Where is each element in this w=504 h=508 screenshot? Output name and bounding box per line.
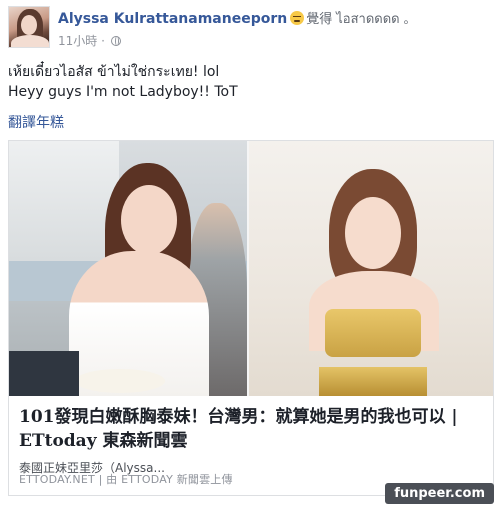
photo-woman-face: [121, 185, 177, 255]
crying-face-icon: [290, 11, 305, 25]
author-avatar[interactable]: [8, 6, 50, 48]
photo-gold-top: [325, 309, 421, 357]
link-preview-card[interactable]: 101發現白嫩酥胸泰妹！台灣男：就算她是男的我也可以 | ETtoday 東森新…: [8, 140, 494, 496]
photo-building: [9, 141, 119, 261]
watermark: funpeer.com: [385, 483, 494, 504]
feeling-target: ไอสาดดดด: [336, 12, 400, 27]
feeling-text: 覺得: [306, 12, 333, 27]
avatar-face: [21, 15, 37, 35]
photo-gold-skirt: [319, 367, 427, 396]
photo-plate: [75, 369, 165, 393]
photo-right: [249, 141, 493, 396]
globe-icon[interactable]: [110, 36, 121, 46]
photo-woman-face: [345, 197, 401, 269]
link-source: ETTODAY.NET | 由 ETTODAY 新聞雲上傳: [19, 473, 233, 486]
author-name[interactable]: Alyssa Kulrattanamaneeporn: [58, 11, 287, 27]
link-preview-image[interactable]: [9, 141, 493, 396]
post-timestamp[interactable]: 11小時: [58, 34, 97, 48]
link-title[interactable]: 101發現白嫩酥胸泰妹！台灣男：就算她是男的我也可以 | ETtoday 東森新…: [19, 405, 483, 453]
translate-link[interactable]: 翻譯年糕: [8, 112, 64, 132]
post-meta: 11小時 ·: [58, 32, 121, 49]
post-text: เห้ยเดี๋ยวไอสัส ข้าไม่ใช่กระเทย! lol Hey…: [8, 62, 238, 102]
avatar-shoulder: [11, 35, 49, 47]
name-line: Alyssa Kulrattanamaneeporn 覺得 ไอสาดดดด。: [58, 8, 416, 29]
post-text-line: Heyy guys I'm not Ladyboy!! ToT: [8, 84, 238, 100]
link-preview-body[interactable]: 101發現白嫩酥胸泰妹！台灣男：就算她是男的我也可以 | ETtoday 東森新…: [9, 397, 493, 495]
separator: 。: [403, 12, 416, 26]
meta-dot: ·: [101, 34, 105, 48]
post-header: Alyssa Kulrattanamaneeporn 覺得 ไอสาดดดด。 11…: [8, 6, 496, 50]
photo-table-cloth: [9, 351, 79, 396]
post-text-line: เห้ยเดี๋ยวไอสัส ข้าไม่ใช่กระเทย! lol: [8, 64, 220, 80]
photo-left: [9, 141, 247, 396]
